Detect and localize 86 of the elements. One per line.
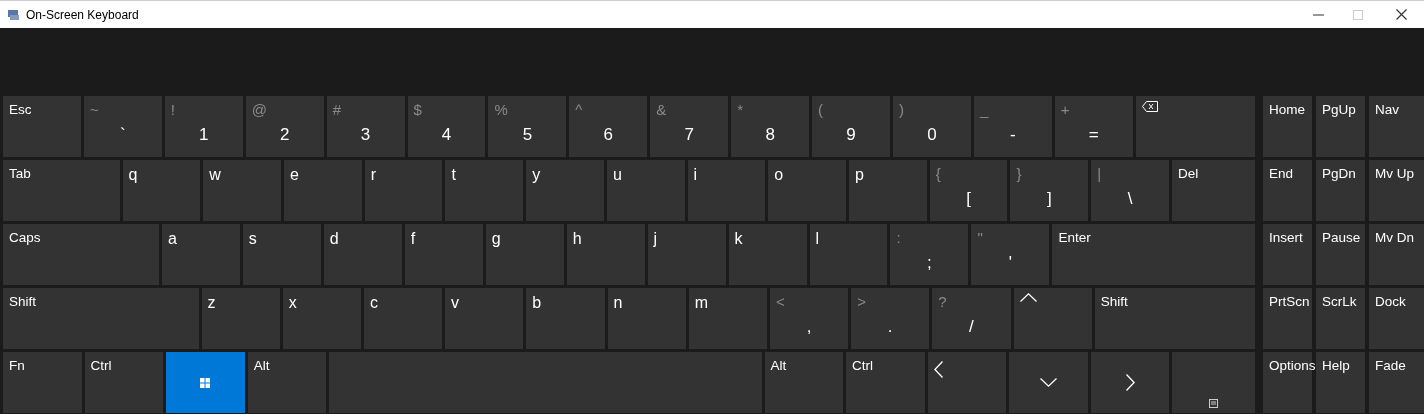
key[interactable]: p (849, 160, 927, 221)
backspace-icon (1141, 101, 1158, 112)
key[interactable]: o (768, 160, 847, 221)
key[interactable]: " ' (971, 224, 1050, 285)
key[interactable]: Nav (1369, 96, 1424, 157)
key[interactable]: ~ ` (83, 96, 162, 157)
key[interactable]: e (284, 160, 362, 221)
key[interactable]: f (404, 224, 483, 285)
key[interactable]: ^ 6 (569, 96, 648, 157)
key[interactable]: $ 4 (407, 96, 486, 157)
key[interactable]: } ] (1010, 160, 1089, 221)
key[interactable]: Mv Up (1369, 160, 1424, 221)
key[interactable]: Insert (1263, 224, 1312, 285)
key[interactable]: j (647, 224, 726, 285)
key[interactable]: ? / (932, 288, 1011, 349)
key[interactable]: t (445, 160, 524, 221)
key[interactable]: h (566, 224, 645, 285)
key[interactable]: b (526, 288, 605, 349)
key[interactable] (166, 352, 245, 413)
key[interactable]: Esc (3, 96, 81, 157)
key[interactable]: ( 9 (812, 96, 890, 157)
key[interactable]: PgDn (1316, 160, 1365, 221)
key[interactable]: : ; (890, 224, 969, 285)
key[interactable]: End (1263, 160, 1312, 221)
key[interactable] (927, 352, 1007, 413)
key[interactable]: ) 0 (892, 96, 971, 157)
menu-icon (1209, 399, 1219, 408)
key[interactable]: z (201, 288, 280, 349)
key[interactable]: Alt (247, 352, 327, 413)
key[interactable]: Enter (1052, 224, 1256, 285)
key[interactable]: Tab (3, 160, 120, 221)
key[interactable] (1013, 288, 1092, 349)
key[interactable]: _ - (973, 96, 1052, 157)
key[interactable]: i (687, 160, 766, 221)
key[interactable] (1172, 352, 1255, 413)
key[interactable]: Fn (3, 352, 82, 413)
key[interactable]: l (809, 224, 888, 285)
key[interactable]: PgUp (1316, 96, 1365, 157)
key[interactable]: & 7 (650, 96, 729, 157)
key[interactable]: + = (1054, 96, 1133, 157)
key[interactable]: PrtScn (1263, 288, 1312, 349)
window-title: On-Screen Keyboard (26, 7, 140, 22)
key[interactable]: Shift (1094, 288, 1256, 349)
key[interactable]: { [ (929, 160, 1008, 221)
key[interactable]: g (485, 224, 564, 285)
key[interactable] (1135, 96, 1255, 157)
key[interactable]: < , (769, 288, 849, 349)
key[interactable]: w (203, 160, 281, 221)
key[interactable]: s (242, 224, 321, 285)
key[interactable]: Caps (3, 224, 159, 285)
key[interactable]: Alt (764, 352, 844, 413)
key[interactable]: % 5 (488, 96, 567, 157)
key[interactable]: a (161, 224, 240, 285)
key[interactable]: Shift (3, 288, 199, 349)
key[interactable]: Ctrl (84, 352, 164, 413)
key[interactable]: k (728, 224, 807, 285)
key[interactable]: * 8 (731, 96, 810, 157)
key[interactable]: Home (1263, 96, 1312, 157)
key[interactable]: Ctrl (846, 352, 925, 413)
key[interactable]: q (122, 160, 201, 221)
key[interactable]: Dock (1369, 288, 1424, 349)
windows-icon (200, 377, 211, 388)
key[interactable]: Pause (1316, 224, 1365, 285)
key[interactable]: u (606, 160, 685, 221)
key[interactable] (1009, 352, 1088, 413)
keyboard-icon (7, 8, 20, 21)
key[interactable]: m (688, 288, 767, 349)
key[interactable]: n (607, 288, 686, 349)
key[interactable]: v (445, 288, 524, 349)
key[interactable]: @ 2 (245, 96, 324, 157)
key[interactable]: r (364, 160, 443, 221)
key[interactable]: x (282, 288, 361, 349)
key[interactable]: c (363, 288, 443, 349)
key[interactable]: > . (851, 288, 930, 349)
key[interactable]: | \ (1091, 160, 1169, 221)
key[interactable]: ! 1 (164, 96, 243, 157)
key[interactable]: Fade (1369, 352, 1424, 413)
key[interactable]: Mv Dn (1369, 224, 1424, 285)
key[interactable]: y (526, 160, 604, 221)
key[interactable]: d (323, 224, 402, 285)
key[interactable] (1090, 352, 1170, 413)
key[interactable]: ScrLk (1316, 288, 1365, 349)
key[interactable]: Help (1316, 352, 1365, 413)
key[interactable]: # 3 (326, 96, 405, 157)
space-key[interactable] (329, 352, 762, 413)
key[interactable]: Del (1171, 160, 1256, 221)
